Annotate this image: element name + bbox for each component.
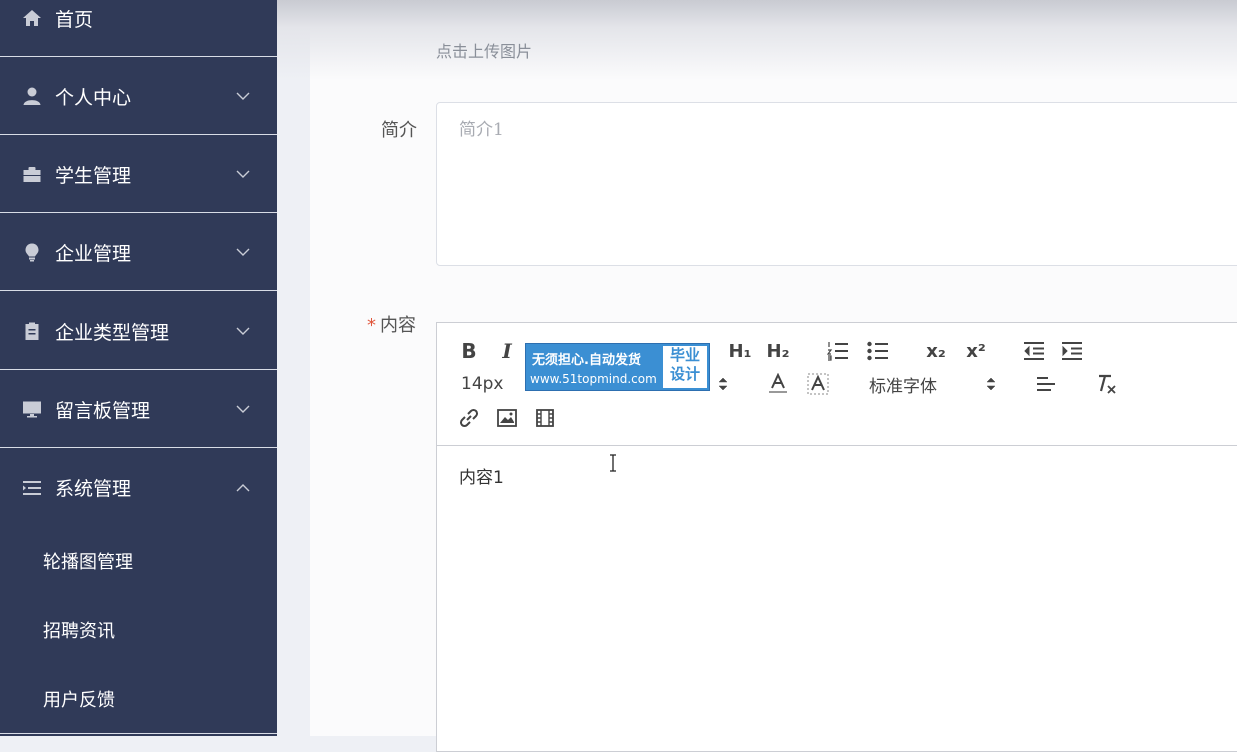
chevron-down-icon (235, 88, 251, 104)
bulb-icon (21, 241, 43, 263)
sidebar-item-enterprise-type-management[interactable]: 企业类型管理 (0, 293, 277, 370)
user-icon (21, 85, 43, 107)
divider (0, 733, 277, 734)
sidebar-item-label: 学生管理 (55, 164, 132, 187)
menu-lines-icon (21, 477, 43, 499)
font-size-select[interactable]: 14px (461, 372, 505, 396)
monitor-icon (21, 398, 43, 420)
link-icon[interactable] (457, 406, 481, 430)
watermark-line2: www.51topmind.com (530, 372, 657, 386)
sidebar-subitem-user-feedback[interactable]: 用户反馈 (0, 664, 277, 733)
sidebar-subitem-label: 招聘资讯 (43, 620, 115, 642)
sidebar-item-enterprise-management[interactable]: 企业管理 (0, 214, 277, 291)
font-color-icon[interactable] (765, 372, 791, 396)
intro-textarea[interactable]: 简介1 (436, 102, 1237, 266)
sidebar-item-label: 首页 (55, 8, 94, 31)
upload-hint[interactable]: 点击上传图片 (436, 38, 532, 62)
sidebar-item-message-board-management[interactable]: 留言板管理 (0, 371, 277, 448)
sidebar-item-label: 留言板管理 (55, 399, 151, 422)
align-left-icon[interactable] (1033, 372, 1059, 396)
chevron-up-icon (235, 480, 251, 496)
font-size-dropdown-icon[interactable] (715, 372, 731, 396)
superscript-button[interactable]: x² (961, 339, 991, 363)
sidebar-item-label: 企业类型管理 (55, 321, 170, 344)
image-icon[interactable] (495, 406, 519, 430)
watermark-badge: 无须担心.自动发货 www.51topmind.com 毕业 设计 (525, 343, 710, 391)
watermark-box-line1: 毕业 (669, 346, 700, 364)
chevron-down-icon (235, 401, 251, 417)
sidebar-item-label: 个人中心 (55, 86, 132, 109)
content-gutter (277, 0, 310, 736)
sidebar-subitem-carousel-management[interactable]: 轮播图管理 (0, 526, 277, 595)
chevron-down-icon (235, 244, 251, 260)
home-icon (21, 7, 43, 29)
chevron-down-icon (235, 323, 251, 339)
intro-label: 简介 (381, 120, 417, 141)
clipboard-icon (21, 320, 43, 342)
sidebar-item-system-management[interactable]: 系统管理 (0, 449, 277, 526)
sidebar-item-personal-center[interactable]: 个人中心 (0, 58, 277, 135)
sidebar-item-student-management[interactable]: 学生管理 (0, 136, 277, 213)
italic-button[interactable]: I (495, 339, 519, 363)
bullet-list-icon[interactable] (865, 339, 891, 363)
bold-button[interactable]: B (457, 339, 481, 363)
required-mark: * (367, 315, 376, 336)
text-cursor-icon (610, 454, 616, 472)
watermark-box: 毕业 设计 (663, 346, 707, 388)
intro-placeholder: 简介1 (459, 120, 504, 140)
outdent-icon[interactable] (1021, 339, 1047, 363)
sidebar-item-label: 企业管理 (55, 242, 132, 265)
sidebar-item-home[interactable]: 首页 (0, 0, 277, 57)
sidebar-subitem-label: 用户反馈 (43, 689, 115, 711)
sidebar: 首页 个人中心 学生管理 企业管理 企业类型管理 留言板管理 系统管理 轮播图管… (0, 0, 277, 736)
background-color-icon[interactable] (805, 372, 831, 396)
editor-content[interactable]: 内容1 (459, 463, 504, 488)
header1-button[interactable]: H₁ (725, 339, 755, 363)
indent-icon[interactable] (1059, 339, 1085, 363)
header2-button[interactable]: H₂ (763, 339, 793, 363)
briefcase-icon (21, 163, 43, 185)
clear-format-icon[interactable] (1093, 372, 1119, 396)
sidebar-subitem-recruitment-news[interactable]: 招聘资讯 (0, 595, 277, 664)
chevron-down-icon (235, 166, 251, 182)
video-icon[interactable] (533, 406, 557, 430)
watermark-line1: 无须担心.自动发货 (532, 353, 641, 368)
font-family-dropdown-icon[interactable] (983, 372, 999, 396)
subscript-button[interactable]: x₂ (921, 339, 951, 363)
ordered-list-icon[interactable] (825, 339, 851, 363)
watermark-box-line2: 设计 (669, 365, 700, 383)
font-family-select[interactable]: 标准字体 (869, 372, 949, 397)
sidebar-subitem-label: 轮播图管理 (43, 551, 133, 573)
sidebar-item-label: 系统管理 (55, 478, 132, 500)
content-label: 内容 (380, 315, 416, 336)
content-label-wrap: * 内容 (367, 311, 416, 337)
